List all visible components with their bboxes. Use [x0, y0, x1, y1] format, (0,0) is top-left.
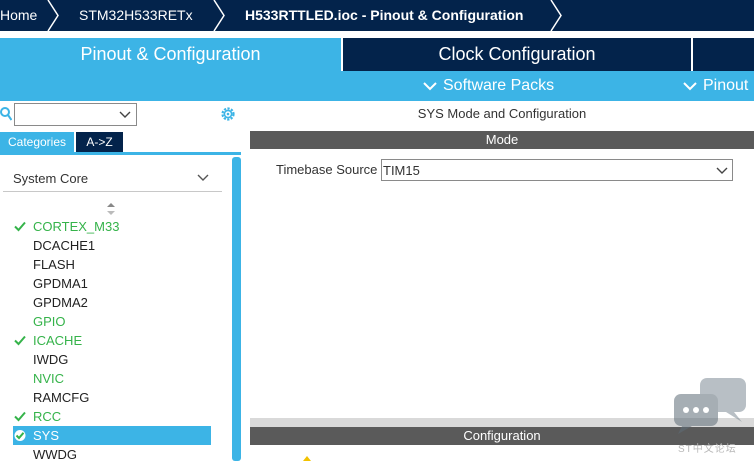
breadcrumb: Home STM32H533RETx H533RTTLED.ioc - Pino… — [0, 0, 754, 31]
tab-clock-configuration[interactable]: Clock Configuration — [343, 38, 691, 71]
list-item-label: DCACHE1 — [33, 238, 96, 253]
tab-overflow[interactable] — [693, 38, 754, 71]
breadcrumb-project[interactable]: H533RTTLED.ioc - Pinout & Configuration — [245, 0, 523, 31]
list-item-label: FLASH — [33, 257, 75, 272]
chevron-down-icon — [716, 167, 728, 174]
list-item[interactable]: WWDG — [13, 445, 211, 464]
tab-pinout-configuration[interactable]: Pinout & Configuration — [0, 38, 341, 71]
list-item-label: GPDMA2 — [33, 295, 88, 310]
list-item-label: GPIO — [33, 314, 66, 329]
category-group-label: System Core — [13, 171, 89, 186]
chevron-down-icon — [423, 82, 437, 91]
list-item[interactable]: RCC — [13, 407, 211, 426]
watermark-text: ST中文论坛 — [678, 444, 737, 455]
list-item-label: NVIC — [33, 371, 65, 386]
list-item[interactable]: CORTEX_M33 — [13, 217, 211, 236]
category-underline — [0, 152, 241, 155]
list-item-label: ICACHE — [33, 333, 83, 348]
list-item[interactable]: DCACHE1 — [13, 236, 211, 255]
list-item-label: WWDG — [33, 447, 78, 462]
list-item-label: RCC — [33, 409, 62, 424]
pinout-menu-label: Pinout — [703, 77, 749, 94]
list-item[interactable]: GPDMA1 — [13, 274, 211, 293]
category-group-select[interactable]: System Core — [3, 166, 222, 192]
timebase-source-value: TIM15 — [383, 163, 420, 178]
list-item[interactable]: RAMCFG — [13, 388, 211, 407]
vertical-scrollbar[interactable] — [232, 157, 241, 461]
software-packs-menu[interactable]: Software Packs — [423, 71, 603, 101]
pinout-menu[interactable]: Pinout — [683, 71, 754, 101]
check-icon — [14, 430, 26, 441]
tab-a-z[interactable]: A->Z — [76, 132, 123, 152]
mode-header: Mode — [250, 131, 754, 149]
chevron-down-icon — [683, 82, 697, 91]
warning-icon — [303, 456, 311, 461]
list-item-label: SYS — [33, 428, 60, 443]
check-icon — [14, 221, 26, 232]
check-icon — [14, 335, 26, 346]
list-item[interactable]: GPIO — [13, 312, 211, 331]
search-icon — [0, 107, 12, 121]
list-item[interactable]: GPDMA2 — [13, 293, 211, 312]
chevron-right-icon — [550, 0, 562, 31]
chevron-right-icon — [213, 0, 225, 31]
list-item-label: CORTEX_M33 — [33, 219, 120, 234]
list-item[interactable]: FLASH — [13, 255, 211, 274]
list-item-label: GPDMA1 — [33, 276, 88, 291]
breadcrumb-device[interactable]: STM32H533RETx — [79, 0, 193, 31]
list-item[interactable]: SYS — [13, 426, 211, 445]
list-item[interactable]: ICACHE — [13, 331, 211, 350]
timebase-source-label: Timebase Source — [276, 162, 378, 177]
tab-categories[interactable]: Categories — [0, 132, 74, 152]
forum-watermark-icon — [674, 378, 746, 434]
panel-title: SYS Mode and Configuration — [417, 106, 587, 121]
list-item-label: RAMCFG — [33, 390, 90, 405]
chevron-down-icon — [119, 111, 131, 118]
chevron-right-icon — [47, 0, 59, 31]
check-icon — [14, 411, 26, 422]
list-item-label: IWDG — [33, 352, 69, 367]
breadcrumb-home[interactable]: Home — [0, 0, 37, 31]
main-tabs: Pinout & Configuration Clock Configurati… — [0, 38, 754, 71]
search-combo[interactable] — [14, 103, 137, 126]
list-item[interactable]: IWDG — [13, 350, 211, 369]
list-item[interactable]: NVIC — [13, 369, 211, 388]
software-packs-label: Software Packs — [443, 77, 555, 94]
timebase-source-select[interactable]: TIM15 — [381, 159, 733, 181]
chevron-down-icon — [197, 174, 209, 181]
gear-icon[interactable] — [219, 105, 237, 123]
sort-icon[interactable] — [106, 203, 116, 215]
sub-menu-bar: Software Packs Pinout — [0, 71, 754, 101]
